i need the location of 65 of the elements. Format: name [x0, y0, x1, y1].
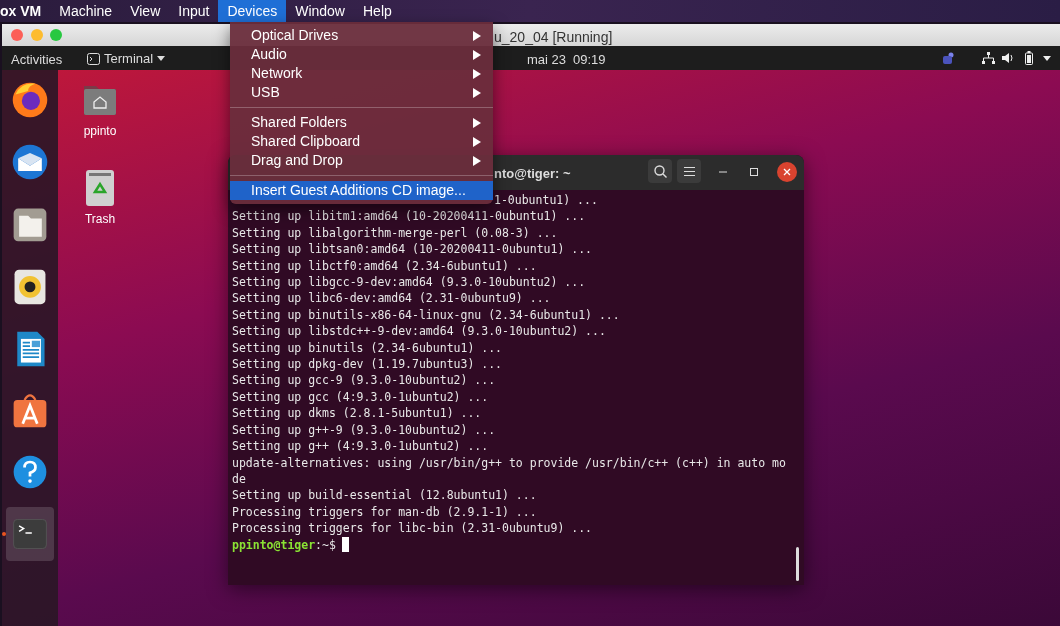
caret-icon: [157, 56, 166, 62]
menu-bar-item[interactable]: Input: [169, 0, 219, 22]
menu-bar-item[interactable]: Devices: [218, 0, 287, 22]
app-menu[interactable]: Terminal: [87, 49, 166, 69]
activities-button[interactable]: Activities: [11, 50, 63, 70]
maximize-button[interactable]: [748, 165, 760, 179]
terminal-line: update-alternatives: using /usr/bin/g++ to provide /usr/bin/c++ (c++) in auto mo: [232, 454, 787, 471]
terminal-line: Setting up binutils (2.34-6ubuntu1) ...: [232, 339, 504, 357]
menu-item[interactable]: Insert Guest Additions CD image...: [230, 181, 493, 200]
terminal-line: Setting up binutils-x86-64-linux-gnu (2.34-6ubuntu1) ...: [232, 306, 621, 324]
prompt-user: ppinto@tiger: [232, 536, 316, 553]
search-icon: [653, 164, 667, 178]
terminal-line: Setting up libctf0:amd64 (2.34-6ubuntu1) ...: [232, 257, 538, 275]
terminal-line: Setting up dkms (2.8.1-5ubuntu1) ...: [232, 405, 483, 422]
volume-icon[interactable]: [1002, 52, 1014, 64]
text-cursor: [341, 537, 349, 553]
scrollbar-thumb[interactable]: [796, 547, 799, 581]
terminal-line: Setting up libstdc++-9-dev:amd64 (9.3.0-10ubuntu2) ...: [232, 323, 607, 340]
terminal-line: Setting up gcc (4:9.3.0-1ubuntu2) ...: [232, 388, 490, 406]
battery-icon[interactable]: [1025, 51, 1033, 65]
maximize-icon: [750, 168, 758, 176]
network-icon[interactable]: [982, 52, 995, 64]
desktop-icon-label[interactable]: Trash: [84, 210, 116, 228]
menu-icon: [683, 166, 695, 176]
menu-item[interactable]: Shared Folders: [230, 113, 493, 132]
terminal-icon: [87, 52, 100, 65]
terminal-line: Setting up dpkg-dev (1.19.7ubuntu3) ...: [232, 356, 504, 373]
browser-icon: [10, 80, 50, 120]
menu-item[interactable]: USB: [230, 83, 493, 102]
menu-item[interactable]: Network: [230, 64, 493, 83]
menu-button[interactable]: [677, 159, 701, 183]
close-icon: [783, 168, 791, 176]
terminal-line: Setting up g++-9 (9.3.0-10ubuntu2) ...: [232, 421, 497, 439]
mail-icon: [10, 142, 50, 182]
terminal-line: Processing triggers for man-db (2.9.1-1) ...: [232, 503, 538, 521]
menu-item[interactable]: Audio: [230, 45, 493, 64]
prompt-path: :~$: [315, 536, 336, 553]
menu-bar-item[interactable]: View: [121, 0, 170, 22]
team-chat-icon[interactable]: [942, 52, 955, 65]
menu-bar-item[interactable]: Help: [354, 0, 401, 22]
menu-item[interactable]: Drag and Drop: [230, 151, 493, 170]
terminal-line: Setting up libtsan0:amd64 (10-20200411-0ubuntu1) ...: [232, 241, 594, 258]
terminal-line: Setting up gcc-9 (9.3.0-10ubuntu2) ...: [232, 372, 497, 389]
search-button[interactable]: [648, 159, 672, 183]
terminal-line: de: [232, 470, 247, 488]
system-menu-caret-icon[interactable]: [1043, 56, 1051, 61]
desktop-icon-label[interactable]: ppinto: [83, 122, 117, 140]
terminal-line: Setting up build-essential (12.8ubuntu1) ...: [232, 487, 538, 504]
terminal-line: Setting up libgcc-9-dev:amd64 (9.3.0-10ubuntu2) ...: [232, 274, 587, 291]
terminal-line: Setting up libc6-dev:amd64 (2.31-0ubuntu9) ...: [232, 290, 552, 307]
window-title: u_20_04 [Running]: [494, 28, 613, 47]
terminal-line: Processing triggers for libc-bin (2.31-0ubuntu9) ...: [232, 520, 594, 537]
close-button[interactable]: [777, 162, 797, 182]
terminal-line: Setting up libalgorithm-merge-perl (0.08-3) ...: [232, 224, 559, 242]
terminal-line: 1-0ubuntu1) ...: [493, 192, 599, 209]
terminal-title: nto@tiger: ~: [494, 165, 571, 183]
terminal-line: Setting up libitm1:amd64 (10-20200411-0ubuntu1) ...: [232, 208, 587, 225]
clock[interactable]: mai 23 09:19: [527, 50, 606, 70]
terminal-line: Setting up g++ (4:9.3.0-1ubuntu2) ...: [232, 438, 490, 455]
menu-bar-item[interactable]: Window: [286, 0, 354, 22]
menu-item[interactable]: Shared Clipboard: [230, 132, 493, 151]
menu-item[interactable]: Optical Drives: [230, 26, 493, 45]
app-menu-item[interactable]: ox VM: [0, 0, 51, 22]
minimize-icon: [719, 171, 727, 173]
menu-bar-item[interactable]: Machine: [50, 0, 122, 22]
